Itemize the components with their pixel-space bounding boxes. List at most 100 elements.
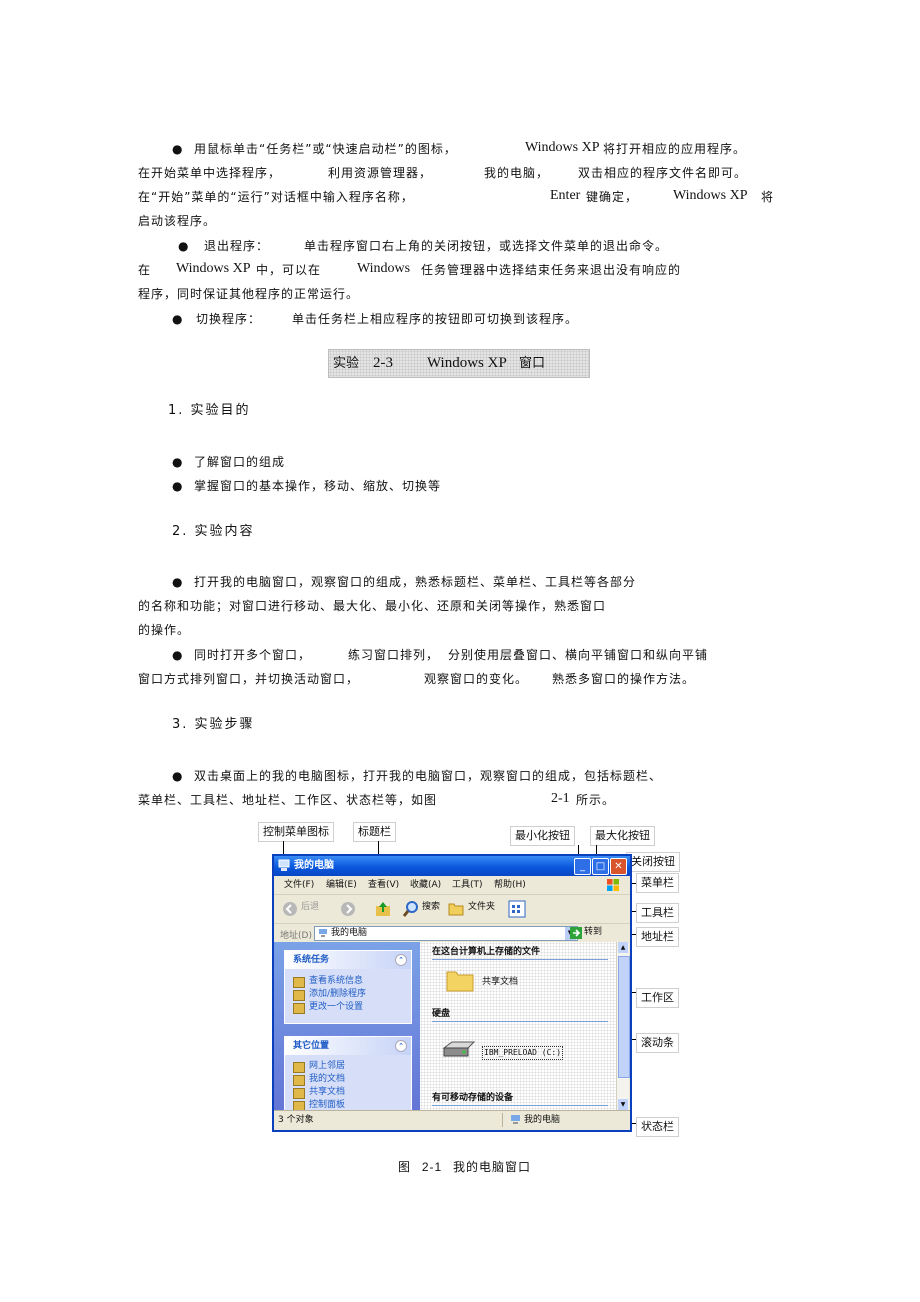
callout-minimize: 最小化按钮 (510, 826, 575, 846)
toolbar: 后退 搜索 文件夹 (274, 895, 630, 924)
divider (432, 1105, 608, 1106)
callout-scrollbar: 滚动条 (636, 1033, 679, 1053)
body-text: 中，可以在 (256, 263, 322, 277)
section-title: 1. 实验目的 (168, 403, 251, 418)
status-bar: 3 个对象 我的电脑 (274, 1110, 630, 1129)
address-bar: 地址(D) 我的电脑 ▼ 转到 (274, 924, 630, 942)
system-tasks-panel: 系统任务 ⌃ 查看系统信息 添加/删除程序 更改一个设置 (284, 950, 412, 1024)
task-pane: 系统任务 ⌃ 查看系统信息 添加/删除程序 更改一个设置 其它位置 ⌃ 网上邻居… (274, 942, 420, 1118)
body-text: 在 (138, 263, 152, 277)
callout-work-area: 工作区 (636, 988, 679, 1008)
body-text: 我的电脑， (484, 166, 550, 180)
bullet: ● (172, 769, 183, 783)
body-text: 在开始菜单中选择程序， (138, 166, 282, 180)
body-text: 熟悉多窗口的操作方法。 (552, 672, 696, 686)
task-add-remove-programs[interactable]: 添加/删除程序 (285, 988, 411, 1001)
task-change-setting[interactable]: 更改一个设置 (285, 1001, 411, 1014)
window-title: 我的电脑 (294, 860, 334, 871)
body-text: 退出程序： (204, 239, 270, 253)
menu-help[interactable]: 帮助(H) (494, 880, 526, 891)
search-icon[interactable] (402, 900, 420, 918)
minimize-button[interactable]: _ (574, 858, 591, 875)
back-icon[interactable] (282, 901, 298, 917)
maximize-button[interactable]: □ (592, 858, 609, 875)
callout-control-menu-icon: 控制菜单图标 (258, 822, 334, 842)
folders-button[interactable]: 文件夹 (468, 901, 495, 913)
body-text: 单击任务栏上相应程序的按钮即可切换到该程序。 (292, 312, 579, 326)
bullet: ● (172, 648, 183, 662)
body-text: 切换程序： (196, 312, 262, 326)
body-text: 练习窗口排列， (348, 648, 440, 662)
body-text: 打开我的电脑窗口，观察窗口的组成，熟悉标题栏、菜单栏、工具栏等各部分 (194, 575, 637, 589)
up-folder-icon[interactable] (374, 900, 392, 918)
status-location: 我的电脑 (524, 1115, 561, 1125)
body-text: 双击桌面上的我的电脑图标，打开我的电脑窗口，观察窗口的组成，包括标题栏、 (194, 769, 663, 783)
menu-favorites[interactable]: 收藏(A) (410, 880, 441, 891)
body-text: 利用资源管理器， (328, 166, 433, 180)
collapse-icon[interactable]: ⌃ (395, 1040, 407, 1052)
body-text: 任务管理器中选择结束任务来退出没有响应的 (421, 263, 682, 277)
place-my-documents[interactable]: 我的文档 (285, 1073, 411, 1086)
other-places-header[interactable]: 其它位置 ⌃ (285, 1037, 411, 1055)
shared-folder-icon[interactable] (446, 968, 474, 992)
computer-icon (319, 929, 327, 937)
menu-edit[interactable]: 编辑(E) (326, 880, 357, 891)
scroll-up-icon[interactable]: ▲ (618, 942, 628, 953)
control-panel-icon (293, 1003, 305, 1014)
collapse-icon[interactable]: ⌃ (395, 954, 407, 966)
body-text: Enter (550, 188, 581, 203)
other-places-panel: 其它位置 ⌃ 网上邻居 我的文档 共享文档 控制面板 (284, 1036, 412, 1118)
hard-drive-icon[interactable] (442, 1040, 476, 1058)
go-arrow-icon[interactable] (570, 927, 582, 939)
body-text: Windows XP (673, 188, 748, 203)
task-view-system-info[interactable]: 查看系统信息 (285, 975, 411, 988)
body-text: 窗口方式排列窗口，并切换活动窗口， (138, 672, 360, 686)
scroll-thumb[interactable] (618, 956, 630, 1078)
search-button[interactable]: 搜索 (422, 901, 440, 913)
group-header: 在这台计算机上存储的文件 (432, 947, 541, 957)
system-tasks-header[interactable]: 系统任务 ⌃ (285, 951, 411, 969)
views-icon[interactable] (508, 900, 526, 918)
bullet: ● (172, 479, 183, 493)
body-text: 将 (761, 190, 775, 204)
place-shared-documents[interactable]: 共享文档 (285, 1086, 411, 1099)
go-button[interactable]: 转到 (584, 927, 602, 938)
menu-file[interactable]: 文件(F) (284, 880, 314, 891)
section-title: 3. 实验步骤 (172, 717, 255, 732)
folder-icon (293, 1075, 305, 1086)
body-text: Windows XP (176, 261, 251, 276)
forward-icon[interactable] (340, 901, 356, 917)
callout-status-bar: 状态栏 (636, 1117, 679, 1137)
scroll-down-icon[interactable]: ▼ (618, 1099, 628, 1110)
callout-toolbar: 工具栏 (636, 903, 679, 923)
body-text: 键确定， (586, 190, 639, 204)
drive-label[interactable]: IBM_PRELOAD (C:) (482, 1046, 564, 1060)
body-text: Windows XP (525, 140, 600, 155)
bullet: ● (172, 575, 183, 589)
back-button[interactable]: 后退 (301, 901, 319, 913)
body-text: 分别使用层叠窗口、横向平铺窗口和纵向平铺 (448, 648, 709, 662)
close-button[interactable]: ✕ (610, 858, 627, 875)
body-text: 在“开始”菜单的“运行”对话框中输入程序名称， (138, 190, 414, 204)
menu-view[interactable]: 查看(V) (368, 880, 399, 891)
folders-icon[interactable] (448, 901, 464, 916)
figure-caption: 图 2-1 我的电脑窗口 (398, 1160, 532, 1174)
address-value: 我的电脑 (331, 928, 368, 938)
status-divider (502, 1113, 503, 1127)
callout-title-bar: 标题栏 (353, 822, 396, 842)
experiment-heading: 实验 2-3 Windows XP 窗口 (328, 349, 590, 378)
shared-docs-label[interactable]: 共享文档 (482, 976, 518, 988)
body-text: 启动该程序。 (138, 214, 217, 228)
title-bar[interactable]: 我的电脑 _ □ ✕ (274, 856, 630, 876)
address-input[interactable]: 我的电脑 ▼ (314, 926, 578, 941)
body-text: Windows (357, 261, 411, 276)
computer-icon[interactable] (278, 859, 290, 872)
body-text: 双击相应的程序文件名即可。 (578, 166, 748, 180)
document-page: ● 用鼠标单击“任务栏”或“快速启动栏”的图标， Windows XP 将打开相… (0, 0, 920, 1302)
menu-tools[interactable]: 工具(T) (452, 880, 483, 891)
folder-icon (293, 1088, 305, 1099)
heading-label: 实验 (333, 356, 360, 371)
list-item: 掌握窗口的基本操作，移动、缩放、切换等 (194, 479, 442, 493)
scrollbar[interactable]: ▲ ▼ (616, 942, 630, 1110)
place-network[interactable]: 网上邻居 (285, 1060, 411, 1073)
